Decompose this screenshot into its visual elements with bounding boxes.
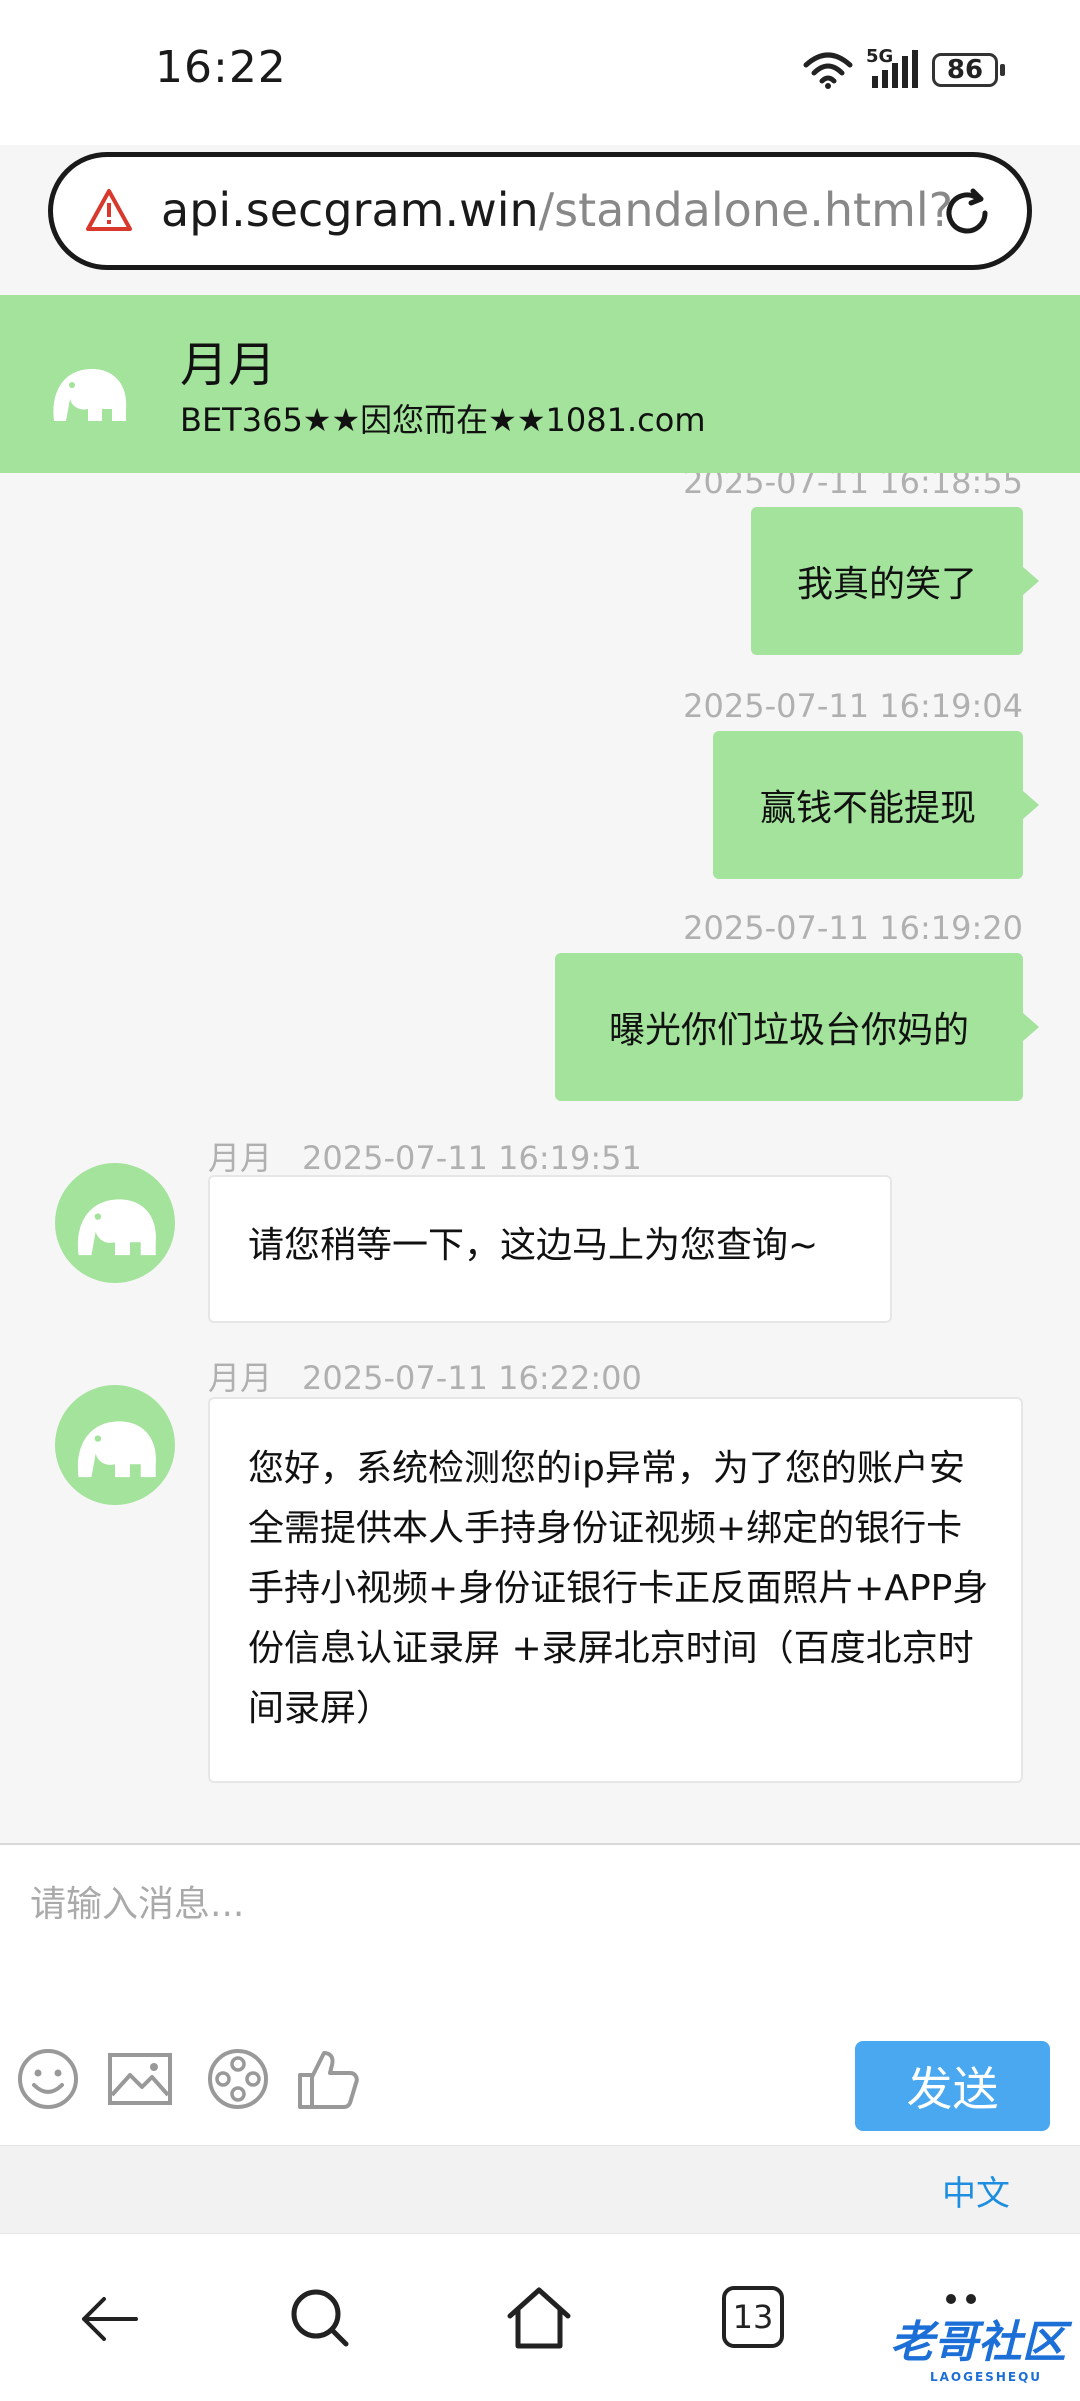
warning-icon[interactable]: [85, 187, 133, 235]
url-host: api.secgram.win: [161, 183, 539, 237]
address-bar[interactable]: api.secgram.win/standalone.html?: [48, 152, 1032, 270]
home-icon[interactable]: [504, 2284, 574, 2354]
message-composer: 请输入消息... 发送: [0, 1843, 1080, 2147]
outgoing-message[interactable]: 我真的笑了: [751, 507, 1039, 655]
image-icon[interactable]: [106, 2045, 174, 2113]
message-list[interactable]: 2025-07-11 16:18:55 我真的笑了 2025-07-11 16:…: [0, 473, 1080, 1843]
message-meta: 月月 2025-07-11 16:19:51: [208, 1133, 672, 1179]
status-icons: 5G 86: [802, 46, 1005, 90]
sender-name: 月月: [208, 1139, 273, 1177]
message-timestamp: 2025-07-11 16:19:04: [683, 687, 1023, 725]
message-timestamp: 2025-07-11 16:19:51: [302, 1139, 642, 1177]
message-timestamp: 2025-07-11 16:18:55: [683, 473, 1023, 501]
thumbs-up-icon[interactable]: [294, 2045, 362, 2113]
battery-indicator: 86: [932, 53, 1005, 87]
elephant-avatar[interactable]: [55, 1385, 175, 1505]
signal-icon: 5G: [866, 46, 920, 90]
language-bar: 中文: [0, 2145, 1080, 2234]
message-input[interactable]: 请输入消息...: [30, 1875, 244, 1927]
message-meta: 月月 2025-07-11 16:22:00: [208, 1353, 672, 1399]
outgoing-message[interactable]: 赢钱不能提现: [713, 731, 1039, 879]
contact-name: 月月: [180, 337, 277, 393]
video-icon[interactable]: [204, 2045, 272, 2113]
incoming-message-text: 您好，系统检测您的ip异常，为了您的账户安全需提供本人手持身份证视频+绑定的银行…: [248, 1448, 989, 1729]
elephant-avatar: [32, 335, 144, 447]
tabs-button[interactable]: 13: [722, 2286, 784, 2348]
contact-subtitle: BET365★★因您而在★★1081.com: [180, 401, 706, 439]
incoming-message[interactable]: 您好，系统检测您的ip异常，为了您的账户安全需提供本人手持身份证视频+绑定的银行…: [208, 1397, 1023, 1783]
reload-icon[interactable]: [937, 183, 997, 243]
url-path: /standalone.html?: [538, 183, 954, 237]
send-button[interactable]: 发送: [855, 2041, 1050, 2131]
url-text[interactable]: api.secgram.win/standalone.html?: [161, 183, 953, 237]
message-timestamp: 2025-07-11 16:22:00: [302, 1359, 642, 1397]
watermark-text: 老哥社区: [890, 2317, 1066, 2368]
back-icon[interactable]: [74, 2284, 144, 2354]
language-toggle[interactable]: 中文: [942, 2166, 1010, 2215]
elephant-avatar[interactable]: [55, 1163, 175, 1283]
watermark-sub: LAOGESHEQU: [930, 2370, 1043, 2384]
sender-name: 月月: [208, 1359, 273, 1397]
wifi-icon: [803, 52, 853, 89]
watermark-logo: 老哥社区 LAOGESHEQU: [890, 2306, 1066, 2384]
search-icon[interactable]: [286, 2284, 356, 2354]
emoji-icon[interactable]: [14, 2045, 82, 2113]
incoming-message[interactable]: 请您稍等一下，这边马上为您查询~: [208, 1175, 892, 1323]
message-timestamp: 2025-07-11 16:19:20: [683, 909, 1023, 947]
incoming-message-text: 请您稍等一下，这边马上为您查询~: [248, 1225, 819, 1266]
chat-header: 月月 BET365★★因您而在★★1081.com: [0, 295, 1080, 473]
outgoing-message[interactable]: 曝光你们垃圾台你妈的: [555, 953, 1039, 1101]
status-time: 16:22: [155, 42, 287, 93]
status-bar: 16:22 5G 86: [0, 0, 1080, 145]
bottom-nav: 13 老哥社区 LAOGESHEQU: [0, 2233, 1080, 2401]
